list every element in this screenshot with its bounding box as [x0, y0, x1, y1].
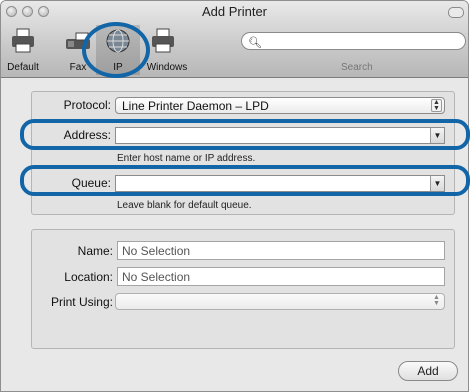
- protocol-value: Line Printer Daemon – LPD: [122, 99, 269, 113]
- queue-highlight-ring: [20, 165, 470, 196]
- updown-arrows-icon: ▲ ▼: [433, 294, 440, 307]
- toolbar-default-button[interactable]: Default: [1, 25, 45, 75]
- default-printer-icon: [12, 28, 34, 53]
- add-button[interactable]: Add: [398, 361, 458, 381]
- address-highlight-ring: [20, 119, 470, 150]
- updown-arrows-icon: ▲ ▼: [431, 99, 442, 112]
- name-label: Name:: [77, 244, 113, 258]
- add-printer-window: Add Printer Default Fax IP Windows 🔍︎ Se…: [0, 0, 469, 392]
- windows-printer-icon: [152, 28, 174, 53]
- search-icon: 🔍︎: [248, 37, 262, 49]
- title-bar: Add Printer Default Fax IP Windows 🔍︎ Se…: [1, 1, 468, 78]
- location-field[interactable]: No Selection: [117, 267, 445, 286]
- toolbar-toggle-button[interactable]: [448, 7, 464, 18]
- queue-hint: Leave blank for default queue.: [117, 200, 252, 211]
- address-hint: Enter host name or IP address.: [117, 153, 256, 164]
- name-field[interactable]: No Selection: [117, 241, 445, 260]
- protocol-popup[interactable]: Line Printer Daemon – LPD ▲ ▼: [115, 97, 445, 114]
- ip-highlight-ring: [82, 22, 150, 78]
- search-field[interactable]: 🔍︎: [241, 32, 466, 50]
- toolbar-default-label: Default: [7, 62, 39, 73]
- location-label: Location:: [64, 270, 113, 284]
- protocol-label: Protocol:: [63, 98, 111, 112]
- print-using-popup[interactable]: ▲ ▼: [115, 293, 445, 310]
- window-title: Add Printer: [201, 4, 268, 19]
- print-using-label: Print Using:: [50, 295, 113, 309]
- toolbar-windows-label: Windows: [146, 62, 188, 73]
- search-label: Search: [341, 62, 373, 73]
